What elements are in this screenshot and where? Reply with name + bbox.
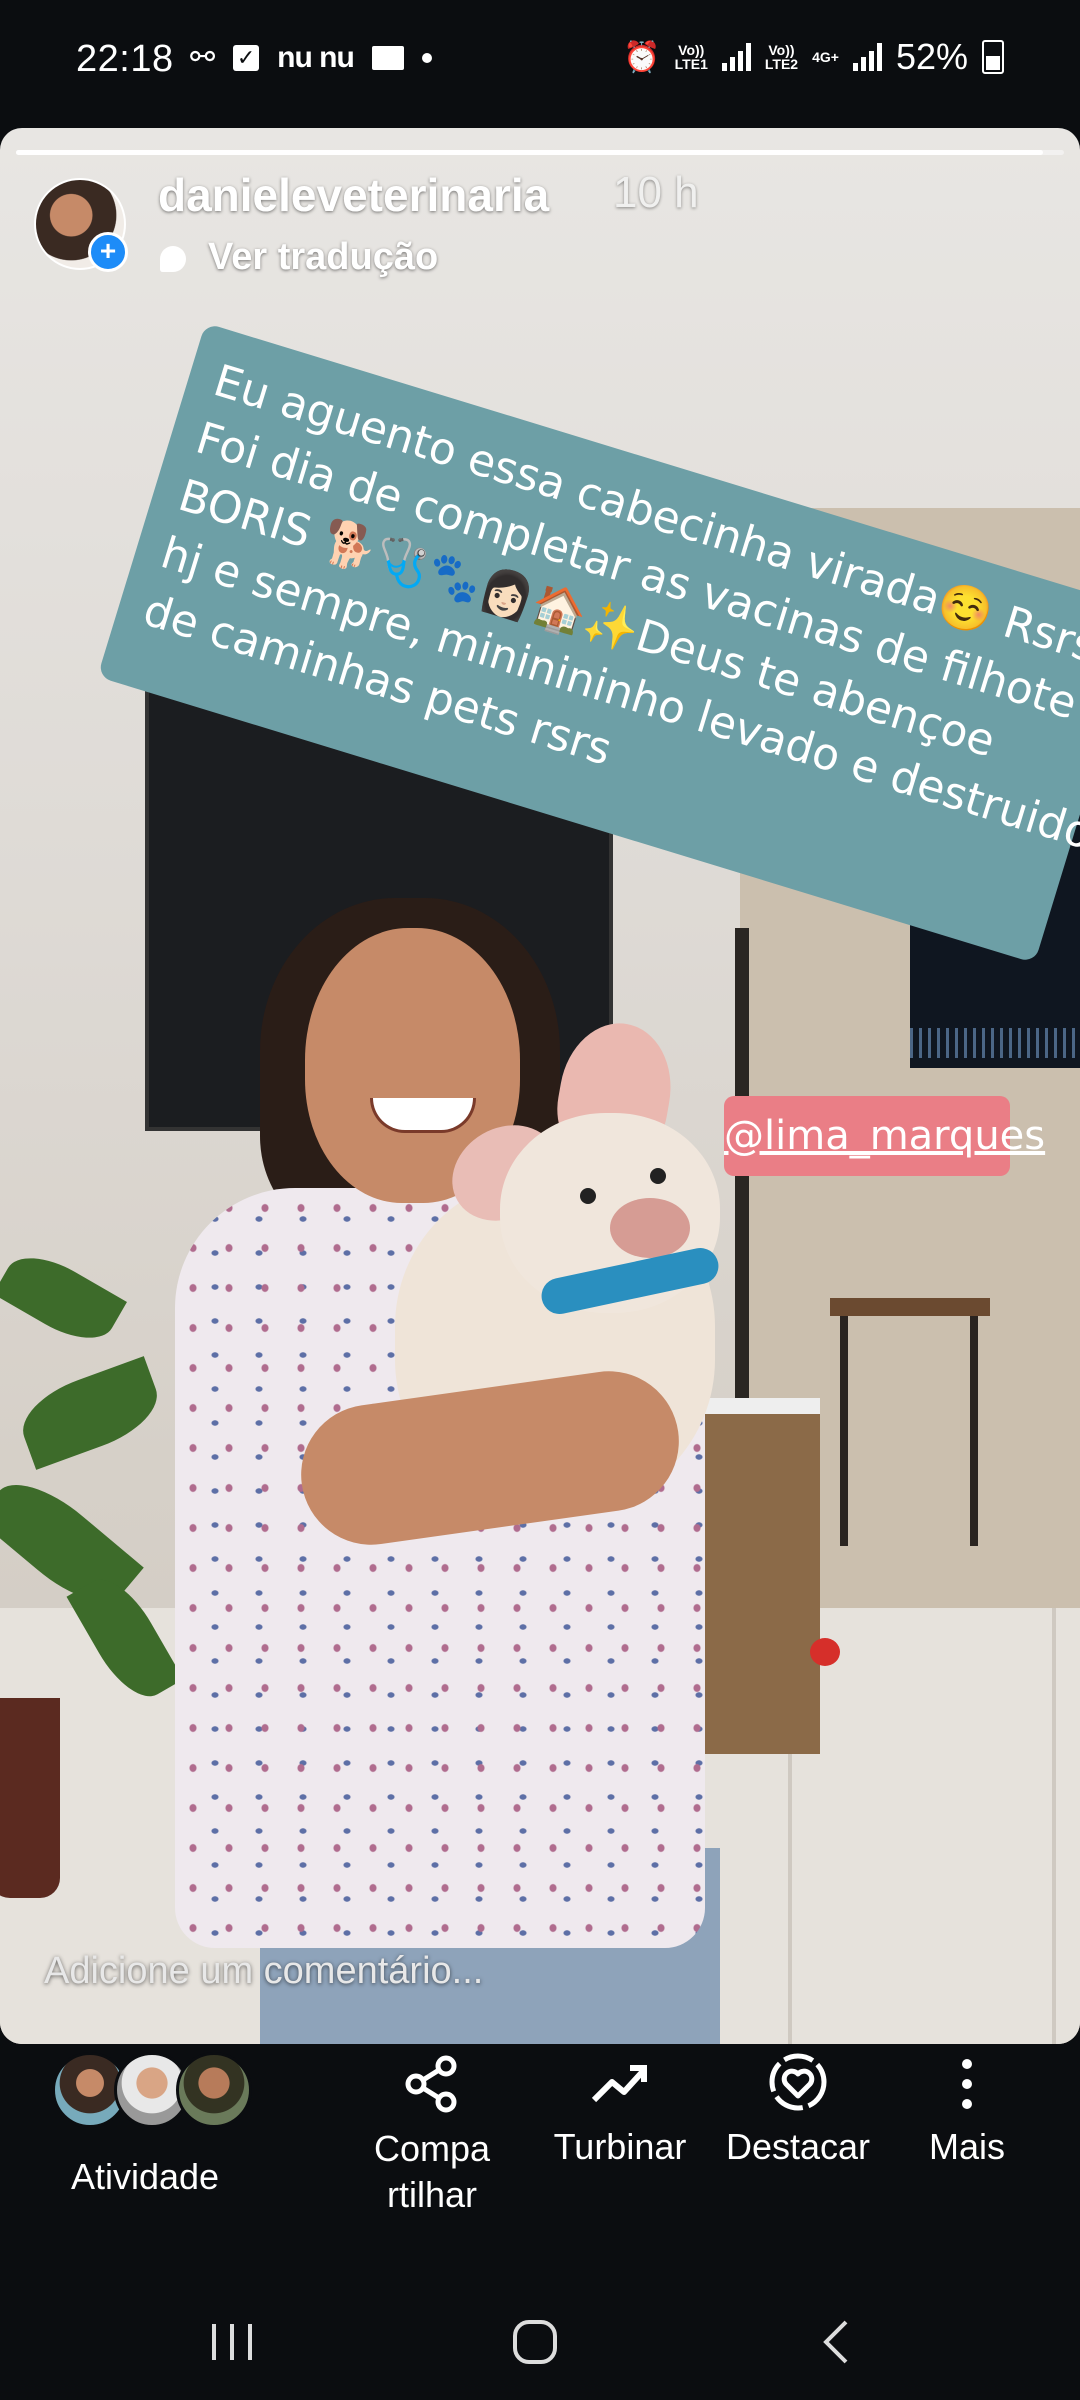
photo-ball <box>810 1638 840 1666</box>
translate-bubble-icon[interactable] <box>160 246 186 272</box>
photo-dog-snout <box>610 1198 690 1258</box>
sim2-label: Vo)) LTE2 <box>764 42 799 72</box>
activity-avatars[interactable] <box>52 2052 252 2128</box>
battery-icon <box>982 40 1004 74</box>
story-action-bar: Atividade Compa rtilhar Turbinar Destaca… <box>0 2044 1080 2284</box>
status-time: 22:18 <box>76 38 174 80</box>
network-type: 4G+ <box>812 49 839 65</box>
signal-2-icon <box>852 43 882 71</box>
mention-sticker[interactable]: @lima_marques <box>724 1096 1045 1176</box>
share-button[interactable]: Compa rtilhar <box>352 2126 512 2218</box>
translate-link[interactable]: Ver tradução <box>208 236 438 279</box>
nubank-icon: nu nu <box>277 40 355 74</box>
system-nav-bar <box>0 2284 1080 2400</box>
viewer-avatar <box>176 2052 252 2128</box>
status-notification-icons: ⚯ ✓ nu nu <box>190 40 432 75</box>
photo-dog-eye <box>580 1188 596 1204</box>
photo-dog-eye <box>650 1168 666 1184</box>
boost-trend-icon[interactable] <box>590 2054 650 2114</box>
story-viewer[interactable]: Eu aguento essa cabecinha virada☺️ Rsrs … <box>0 128 1080 2044</box>
sim1-label: Vo)) LTE1 <box>674 42 708 72</box>
highlight-button[interactable]: Destacar <box>710 2126 886 2168</box>
folder-icon <box>371 45 404 70</box>
story-time-ago: 10 h <box>613 168 699 217</box>
photo-plant-pot <box>0 1698 60 1898</box>
photo-stool <box>830 1298 990 1316</box>
comment-input[interactable]: Adicione um comentário... <box>44 1950 483 1993</box>
photo-leaf <box>0 1242 127 1354</box>
photo-leaf <box>12 1356 168 1470</box>
story-progress-bar <box>16 150 1064 155</box>
photo-city-lights <box>910 1028 1080 1058</box>
home-icon[interactable] <box>505 2314 565 2370</box>
story-progress-fill <box>16 150 1044 155</box>
battery-percent: 52% <box>895 36 968 77</box>
share-icon[interactable] <box>402 2054 462 2114</box>
back-icon[interactable] <box>808 2314 868 2370</box>
add-story-plus-icon[interactable]: + <box>88 232 128 272</box>
link-lock-icon: ⚯ <box>190 41 216 74</box>
photo-stool-leg <box>970 1316 978 1546</box>
checkbox-icon: ✓ <box>233 44 260 71</box>
recent-apps-icon[interactable] <box>202 2314 262 2370</box>
story-username[interactable]: danieleveterinaria <box>158 168 549 222</box>
more-vertical-icon[interactable] <box>937 2054 997 2114</box>
highlight-heart-icon[interactable] <box>768 2052 828 2112</box>
alarm-icon: ⏰ <box>623 40 661 74</box>
boost-button[interactable]: Turbinar <box>540 2126 700 2168</box>
more-button[interactable]: Mais <box>907 2126 1027 2168</box>
activity-button[interactable]: Atividade <box>60 2156 230 2198</box>
dot-icon <box>421 52 432 63</box>
status-bar: 22:18 ⚯ ✓ nu nu ⏰ Vo)) LTE1 Vo)) LTE2 4G… <box>0 0 1080 120</box>
signal-1-icon <box>721 43 751 71</box>
photo-stool-leg <box>840 1316 848 1546</box>
status-system-icons: ⏰ Vo)) LTE1 Vo)) LTE2 4G+ 52% <box>623 36 1004 78</box>
